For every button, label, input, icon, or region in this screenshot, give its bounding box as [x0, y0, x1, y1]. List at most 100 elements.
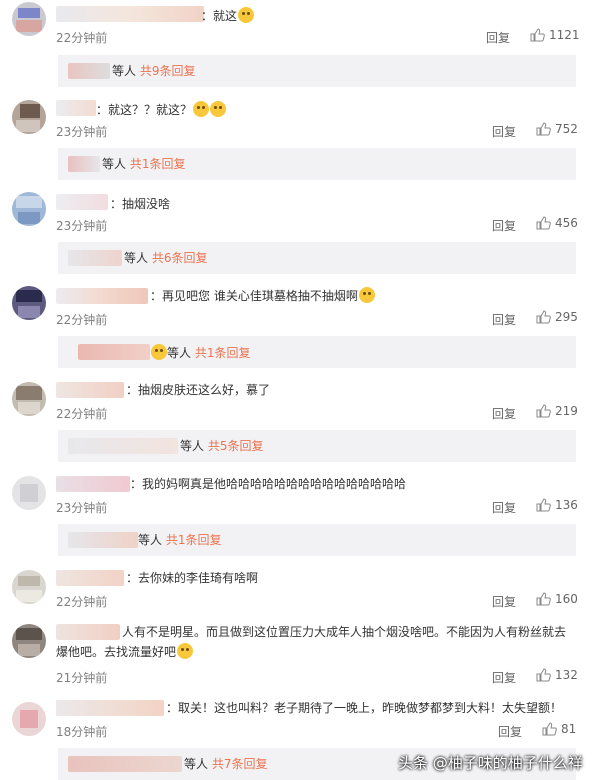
- shocked-emoji-icon: [238, 7, 255, 23]
- thumb-up-icon: [536, 668, 551, 682]
- username-blurred[interactable]: [56, 288, 148, 304]
- replier-names-blurred: [68, 438, 178, 454]
- like-button[interactable]: 160: [536, 592, 578, 606]
- replier-names-blurred: [78, 344, 150, 360]
- reply-button[interactable]: 回复: [492, 499, 516, 516]
- comment-time: 22分钟前: [56, 313, 108, 327]
- comment-time: 23分钟前: [56, 501, 108, 515]
- avatar[interactable]: [12, 624, 46, 658]
- like-count: 1121: [549, 28, 580, 42]
- comment-text: ：抽烟皮肤还这么好，慕了: [126, 383, 271, 397]
- thumb-up-icon: [536, 498, 551, 512]
- comment-time: 21分钟前: [56, 671, 108, 685]
- comment-text: ：就这？？就这？: [96, 100, 227, 120]
- thumb-up-icon: [542, 722, 557, 736]
- reply-count-link[interactable]: 共1条回复: [130, 157, 186, 171]
- comment-time: 18分钟前: [56, 725, 108, 739]
- sub-replies-bar[interactable]: 等人 共1条回复: [58, 524, 576, 556]
- username-blurred[interactable]: [56, 100, 96, 116]
- avatar[interactable]: [12, 570, 46, 604]
- like-count: 81: [561, 722, 577, 736]
- reply-button[interactable]: 回复: [486, 29, 510, 46]
- avatar[interactable]: [12, 476, 46, 510]
- thumb-up-icon: [530, 28, 545, 42]
- comment-time: 23分钟前: [56, 219, 108, 233]
- thumb-up-icon: [536, 122, 551, 136]
- comment-text: ：我的妈啊真是他哈哈哈哈哈哈哈哈哈哈哈哈哈哈哈: [130, 477, 407, 491]
- sweat-emoji-icon: [210, 101, 227, 117]
- sub-replies-text: 等人 共7条回复: [184, 757, 268, 771]
- replier-names-blurred: [68, 156, 100, 172]
- username-blurred[interactable]: [56, 194, 108, 210]
- reply-count-link[interactable]: 共1条回复: [166, 533, 222, 547]
- sweat-emoji-icon: [193, 101, 210, 117]
- sub-replies-text: 等人 共1条回复: [150, 344, 250, 361]
- username-blurred[interactable]: [56, 570, 124, 586]
- like-count: 295: [555, 310, 578, 324]
- sub-replies-bar[interactable]: 等人 共9条回复: [58, 55, 576, 87]
- reply-button[interactable]: 回复: [498, 723, 522, 740]
- comment-text: 人有不是明星。而且做到这位置压力大成年人抽个烟没啥吧。不能因为人有粉丝就去爆他吧…: [56, 625, 567, 659]
- like-button[interactable]: 456: [536, 216, 578, 230]
- thinking-emoji-icon: [177, 643, 194, 659]
- reply-count-link[interactable]: 共6条回复: [152, 251, 208, 265]
- like-button[interactable]: 219: [536, 404, 578, 418]
- replier-names-blurred: [68, 532, 138, 548]
- reply-button[interactable]: 回复: [492, 311, 516, 328]
- comment-text: ：抽烟没啥: [110, 197, 171, 211]
- comment-time: 23分钟前: [56, 125, 108, 139]
- reply-count-link[interactable]: 共9条回复: [140, 64, 196, 78]
- like-count: 219: [555, 404, 578, 418]
- reply-count-link[interactable]: 共1条回复: [195, 346, 251, 360]
- reply-count-link[interactable]: 共7条回复: [212, 757, 268, 771]
- reply-button[interactable]: 回复: [492, 405, 516, 422]
- comment-time: 22分钟前: [56, 595, 108, 609]
- avatar[interactable]: [12, 382, 46, 416]
- watermark-text: 头条 @柚子味的柚子什么祥: [398, 754, 583, 772]
- heart-eyes-emoji-icon: [151, 344, 167, 360]
- avatar[interactable]: [12, 286, 46, 320]
- like-button[interactable]: 1121: [530, 28, 580, 42]
- reply-button[interactable]: 回复: [492, 123, 516, 140]
- reply-button[interactable]: 回复: [492, 669, 516, 686]
- avatar[interactable]: [12, 2, 46, 36]
- like-button[interactable]: 136: [536, 498, 578, 512]
- like-button[interactable]: 81: [542, 722, 576, 736]
- reply-button[interactable]: 回复: [492, 593, 516, 610]
- reply-count-link[interactable]: 共5条回复: [208, 439, 264, 453]
- like-button[interactable]: 132: [536, 668, 578, 682]
- username-blurred[interactable]: [56, 476, 130, 492]
- like-button[interactable]: 295: [536, 310, 578, 324]
- sub-replies-text: 等人 共6条回复: [124, 251, 208, 265]
- sub-replies-bar[interactable]: 等人 共5条回复: [58, 430, 576, 462]
- thumb-up-icon: [536, 216, 551, 230]
- thumb-up-icon: [536, 310, 551, 324]
- comment-text: ：取关！这也叫料？老子期待了一晚上，昨晚做梦都梦到大料！太失望额！: [166, 701, 563, 715]
- reply-button[interactable]: 回复: [492, 217, 516, 234]
- username-blurred[interactable]: [56, 382, 124, 398]
- sub-replies-bar[interactable]: 等人 共6条回复: [58, 242, 576, 274]
- like-button[interactable]: 752: [536, 122, 578, 136]
- sub-replies-text: 等人 共5条回复: [180, 439, 264, 453]
- sub-replies-text: 等人 共1条回复: [102, 157, 186, 171]
- username-blurred[interactable]: [56, 6, 204, 22]
- sub-replies-bar[interactable]: 等人 共1条回复: [58, 336, 576, 368]
- laughing-emoji-icon: [358, 287, 375, 303]
- comment-time: 22分钟前: [56, 407, 108, 421]
- like-count: 136: [555, 498, 578, 512]
- username-blurred[interactable]: [56, 700, 164, 716]
- avatar[interactable]: [12, 100, 46, 134]
- thumb-up-icon: [536, 592, 551, 606]
- sub-replies-text: 等人 共9条回复: [112, 64, 196, 78]
- avatar[interactable]: [12, 702, 46, 736]
- comment-text: ：再见吧您 谁关心佳琪墓格抽不抽烟啊: [150, 286, 375, 306]
- like-count: 752: [555, 122, 578, 136]
- replier-names-blurred: [68, 756, 182, 772]
- like-count: 132: [555, 668, 578, 682]
- like-count: 456: [555, 216, 578, 230]
- sub-replies-bar[interactable]: 等人 共1条回复: [58, 148, 576, 180]
- replier-names-blurred: [68, 250, 122, 266]
- avatar[interactable]: [12, 192, 46, 226]
- like-count: 160: [555, 592, 578, 606]
- thumb-up-icon: [536, 404, 551, 418]
